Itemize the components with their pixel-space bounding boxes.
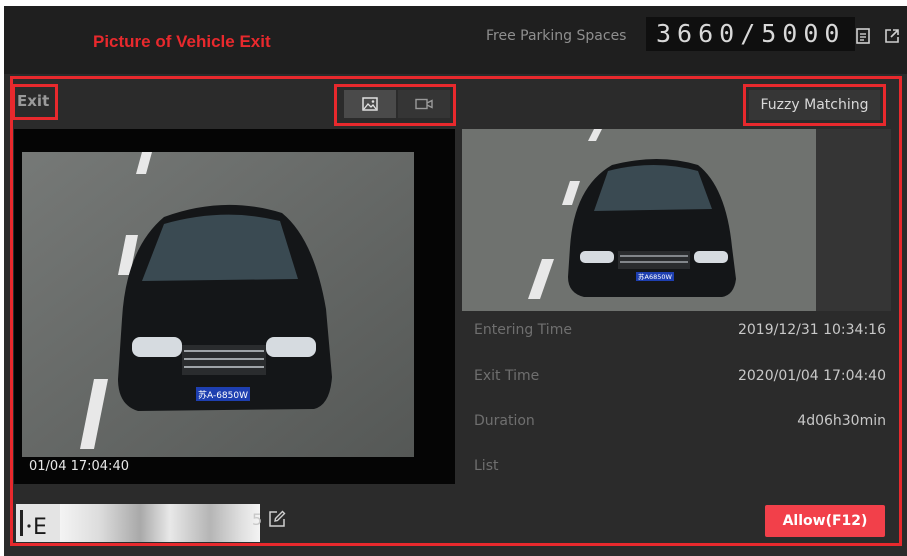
- exit-plate-text: 苏A-6850W: [198, 389, 248, 401]
- plate-thumb-letter: E: [33, 515, 47, 540]
- exit-capture-image: 苏A-6850W: [14, 129, 455, 484]
- edit-plate-icon[interactable]: [268, 510, 286, 528]
- exit-car-picture: 苏A-6850W: [14, 129, 455, 484]
- info-row-entering-time: Entering Time 2019/12/31 10:34:16: [474, 322, 886, 342]
- report-icon[interactable]: [855, 28, 871, 44]
- video-icon: [415, 98, 433, 110]
- free-parking-label: Free Parking Spaces: [486, 28, 627, 44]
- info-label: Exit Time: [474, 368, 540, 384]
- capture-timestamp: 01/04 17:04:40: [29, 459, 129, 474]
- free-parking-count: 3660/5000: [646, 17, 856, 51]
- plate-visible-digit: 5: [252, 510, 263, 529]
- plate-thumbnail: E: [16, 504, 60, 542]
- info-label: Duration: [474, 413, 535, 429]
- picture-view-button[interactable]: [344, 90, 396, 118]
- picture-icon: [362, 97, 378, 111]
- plate-number-blurred: [60, 504, 260, 542]
- info-value: 2020/01/04 17:04:40: [737, 368, 886, 384]
- popout-icon[interactable]: [884, 28, 900, 44]
- info-row-exit-time: Exit Time 2020/01/04 17:04:40: [474, 368, 886, 388]
- fuzzy-matching-button[interactable]: Fuzzy Matching: [749, 90, 880, 120]
- info-label: List: [474, 458, 499, 474]
- info-row-duration: Duration 4d06h30min: [474, 413, 886, 433]
- entry-image-side: [816, 129, 891, 311]
- video-view-button[interactable]: [398, 90, 450, 118]
- entry-car-picture: 苏A6850W: [462, 129, 816, 311]
- annotation-title: Picture of Vehicle Exit: [93, 32, 271, 51]
- info-value: 2019/12/31 10:34:16: [737, 322, 886, 338]
- lane-label: Exit: [17, 92, 50, 110]
- allow-button[interactable]: Allow(F12): [765, 505, 885, 537]
- entry-plate-text: 苏A6850W: [638, 272, 672, 281]
- info-value: 4d06h30min: [797, 413, 886, 429]
- entry-capture-image: 苏A6850W: [462, 129, 816, 311]
- info-label: Entering Time: [474, 322, 572, 338]
- info-row-list: List: [474, 458, 886, 478]
